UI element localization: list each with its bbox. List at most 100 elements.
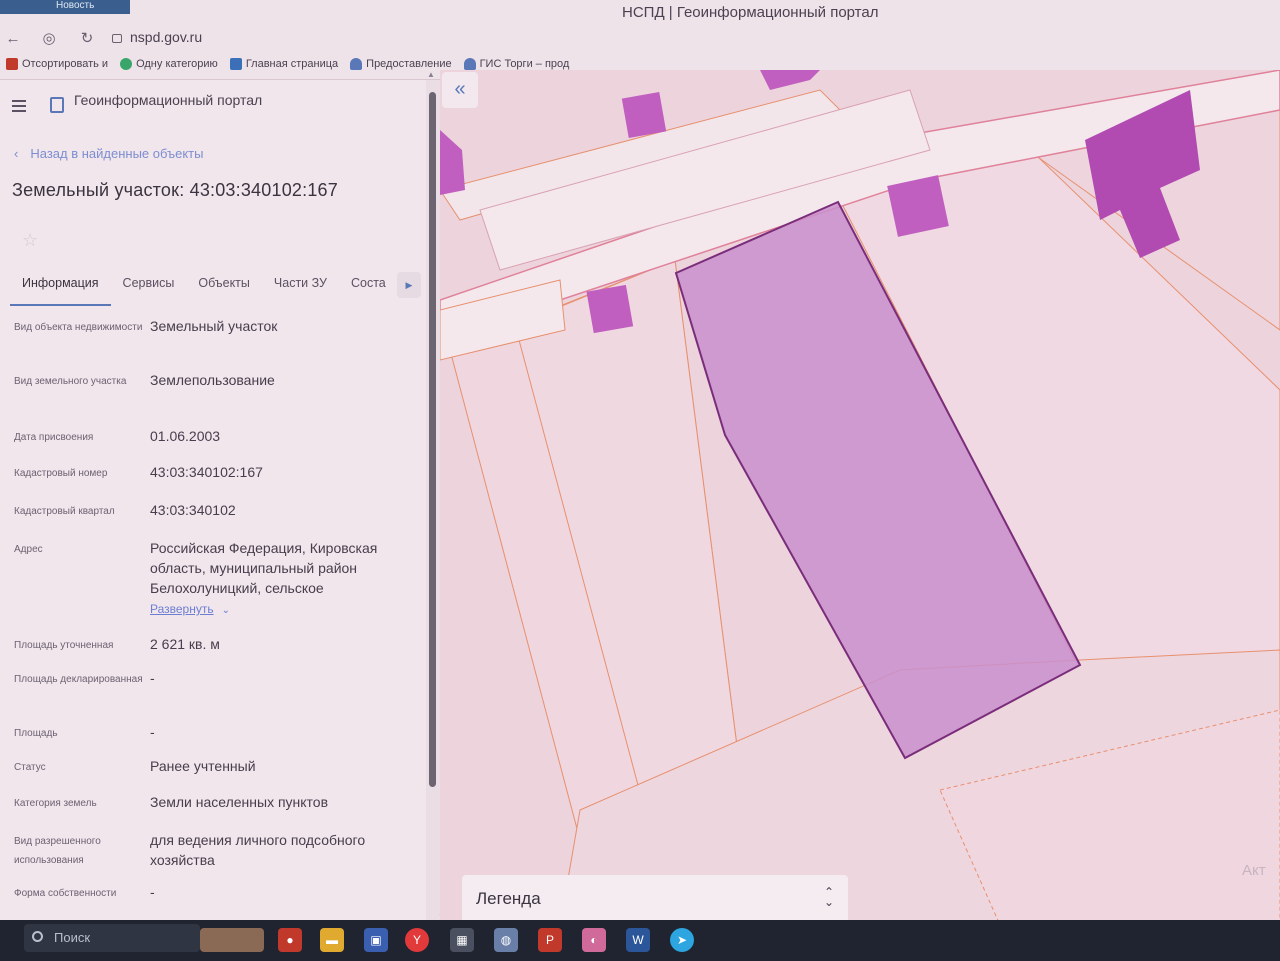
folder-icon[interactable]: ▬ (320, 928, 344, 952)
emblem-icon (463, 58, 476, 70)
bookmark-item[interactable]: Предоставление (350, 54, 452, 74)
page-title: Земельный участок: 43:03:340102:167 (12, 180, 338, 200)
cadastral-map[interactable] (440, 70, 1280, 925)
property-value: для ведения личного подсобного хозяйства (150, 832, 366, 868)
bookmark-icon (229, 58, 242, 70)
emblem-icon (350, 58, 363, 70)
expand-collapse-icon[interactable]: ⌃ ⌄ (824, 886, 834, 908)
property-label: Площадь (14, 728, 58, 739)
favorite-star-icon[interactable]: ☆ (22, 230, 38, 251)
property-value: Землепользование (150, 372, 275, 388)
property-row: Адрес Российская Федерация, Кировская об… (14, 538, 424, 634)
portal-logo-icon (50, 97, 64, 113)
back-arrow-icon[interactable]: ← (4, 30, 22, 48)
os-tab[interactable]: Новость (0, 0, 130, 14)
back-to-results-link[interactable]: ‹ Назад в найденные объекты (14, 146, 203, 161)
property-row: Вид земельного участка Землепользование (14, 370, 424, 426)
tab-information[interactable]: Информация (10, 270, 111, 306)
property-label: Вид разрешенного использования (14, 836, 101, 866)
property-label: Дата присвоения (14, 432, 94, 443)
tabs-scroll-right-icon[interactable]: ▶ (397, 272, 421, 298)
property-row: Категория земель Земли населенных пункто… (14, 792, 424, 830)
property-value: 01.06.2003 (150, 428, 221, 444)
expand-address-link[interactable]: Развернуть (150, 602, 214, 616)
paint-icon[interactable]: ◐ (582, 928, 606, 952)
telegram-icon[interactable]: ➤ (670, 928, 694, 952)
tab-services[interactable]: Сервисы (111, 270, 187, 306)
window-title: НСПД | Геоинформационный портал (622, 4, 879, 21)
word-icon[interactable]: W (626, 928, 650, 952)
menu-icon[interactable] (12, 100, 26, 115)
property-row: Дата присвоения 01.06.2003 (14, 426, 424, 462)
bookmark-item[interactable]: Главная страница (229, 54, 338, 74)
map-building (621, 92, 667, 138)
collapse-panel-button[interactable]: « (442, 72, 478, 108)
property-value: Ранее учтенный (150, 758, 256, 774)
property-list: Вид объекта недвижимости Земельный участ… (14, 316, 424, 912)
chevron-left-icon: ‹ (14, 146, 19, 161)
scroll-up-icon[interactable]: ▲ (427, 70, 435, 79)
reload-icon[interactable]: ↻ (78, 30, 96, 48)
chevron-down-icon[interactable]: ⌄ (222, 605, 230, 616)
property-value: - (150, 884, 155, 900)
property-row: Кадастровый квартал 43:03:340102 (14, 500, 424, 538)
tab-objects[interactable]: Объекты (186, 270, 262, 306)
bookmark-item[interactable]: Отсортировать и (6, 54, 108, 74)
property-value: - (150, 724, 155, 740)
property-label: Площадь уточненная (14, 640, 114, 651)
property-value: 2 621 кв. м (150, 636, 220, 652)
app-icon[interactable]: ◍ (494, 928, 518, 952)
tab-composition[interactable]: Соста (339, 270, 398, 306)
bookmark-icon (120, 58, 133, 70)
info-panel: Геоинформационный портал ‹ Назад в найден… (0, 80, 440, 920)
map-canvas (440, 70, 1280, 925)
map-building (586, 284, 634, 334)
legend-bar[interactable]: Легенда ⌃ ⌄ (462, 875, 848, 925)
property-row: Площадь уточненная 2 621 кв. м (14, 634, 424, 668)
property-row: Статус Ранее учтенный (14, 756, 424, 792)
property-value: 43:03:340102 (150, 502, 236, 518)
widget-image-icon[interactable] (200, 928, 264, 952)
property-value: Земельный участок (150, 318, 278, 334)
url-text: nspd.gov.ru (130, 29, 203, 45)
taskbar: Поиск ● ▬ ▣ Y ▦ ◍ P ◐ W ➤ (0, 920, 1280, 961)
save-icon[interactable]: ▣ (364, 928, 388, 952)
tab-bar: Информация Сервисы Объекты Части ЗУ Сост… (10, 270, 430, 306)
taskbar-search[interactable]: Поиск (24, 924, 200, 952)
pdf-icon[interactable]: P (538, 928, 562, 952)
property-row: Вид разрешенного использования для веден… (14, 830, 424, 882)
activation-watermark: Акт (1242, 862, 1266, 879)
property-label: Форма собственности (14, 888, 117, 899)
property-row: Форма собственности - (14, 882, 424, 912)
property-value: 43:03:340102:167 (150, 464, 263, 480)
property-value-block: Российская Федерация, Кировская область,… (150, 538, 424, 634)
app-icon[interactable]: ● (278, 928, 302, 952)
property-value: Земли населенных пунктов (150, 794, 329, 810)
address-bar[interactable]: nspd.gov.ru (112, 26, 202, 48)
search-icon (32, 931, 43, 942)
map-building (887, 175, 949, 237)
property-label: Кадастровый номер (14, 468, 108, 479)
portal-title: Геоинформационный портал (74, 92, 263, 108)
legend-label: Легенда (476, 889, 541, 908)
yandex-browser-icon[interactable]: Y (405, 928, 429, 952)
property-label: Вид объекта недвижимости (14, 322, 143, 333)
calculator-icon[interactable]: ▦ (450, 928, 474, 952)
property-label: Категория земель (14, 798, 97, 809)
property-label: Вид земельного участка (14, 376, 127, 387)
bookmark-icon (6, 58, 18, 70)
property-row: Вид объекта недвижимости Земельный участ… (14, 316, 424, 370)
property-label: Адрес (14, 544, 43, 555)
property-label: Кадастровый квартал (14, 506, 115, 517)
shield-icon[interactable]: ◎ (40, 30, 58, 48)
property-label: Площадь декларированная (14, 674, 143, 685)
panel-scrollbar-thumb[interactable] (429, 92, 436, 787)
tab-parcel-parts[interactable]: Части ЗУ (262, 270, 339, 306)
property-row: Площадь декларированная - (14, 668, 424, 722)
property-label: Статус (14, 762, 46, 773)
property-value: Российская Федерация, Кировская область,… (150, 540, 378, 596)
browser-chrome: Новость НСПД | Геоинформационный портал … (0, 0, 1280, 80)
property-value: - (150, 670, 155, 686)
double-chevron-left-icon: « (454, 78, 466, 100)
bookmark-item[interactable]: Одну категорию (120, 54, 218, 74)
